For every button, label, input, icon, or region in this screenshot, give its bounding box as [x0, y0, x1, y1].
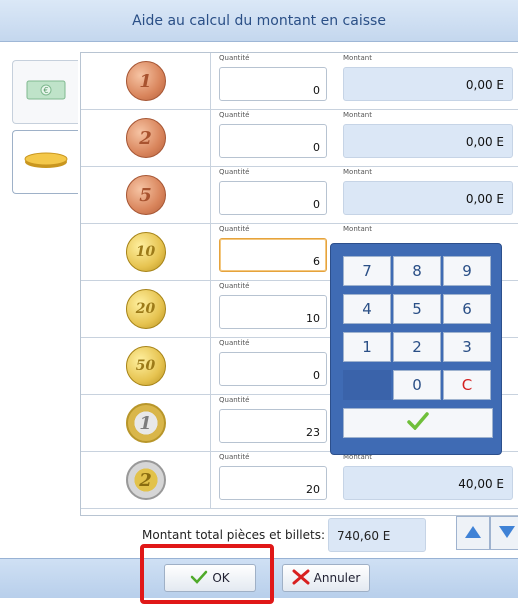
keypad-key-9[interactable]: 9 [443, 256, 491, 286]
keypad-key-6[interactable]: 6 [443, 294, 491, 324]
scroll-down-button[interactable] [490, 516, 518, 550]
coin-2-euro-icon: 2 [125, 460, 166, 500]
cancel-button[interactable]: Annuler [282, 564, 370, 592]
amount-label: Montant [343, 111, 372, 119]
keypad-key-5[interactable]: 5 [393, 294, 441, 324]
quantity-input[interactable]: 6 [219, 238, 327, 272]
ok-button-label: OK [212, 571, 230, 585]
coin-50-cent-icon: 50 [125, 346, 166, 386]
scroll-up-button[interactable] [456, 516, 490, 550]
amount-value: 0,00 E [343, 181, 513, 215]
total-label: Montant total pièces et billets: [142, 528, 326, 542]
cancel-button-label: Annuler [313, 571, 361, 585]
amount-label: Montant [343, 168, 372, 176]
quantity-input[interactable]: 10 [219, 295, 327, 329]
checkmark-icon [190, 570, 208, 587]
tab-banknotes[interactable]: € [12, 60, 78, 124]
quantity-label: Quantité [219, 339, 250, 347]
keypad-validate-button[interactable] [343, 408, 493, 438]
numeric-keypad: 7 8 9 4 5 6 1 2 3 0 C [330, 243, 502, 455]
keypad-key-8[interactable]: 8 [393, 256, 441, 286]
table-row: 1 Quantité 0 Montant 0,00 E [81, 53, 518, 110]
quantity-label: Quantité [219, 111, 250, 119]
triangle-up-icon [464, 524, 482, 543]
table-row: 2 Quantité 0 Montant 0,00 E [81, 110, 518, 167]
coin-10-cent-icon: 10 [125, 232, 166, 272]
keypad-key-2[interactable]: 2 [393, 332, 441, 362]
amount-label: Montant [343, 54, 372, 62]
quantity-label: Quantité [219, 282, 250, 290]
bottom-toolbar [0, 558, 518, 598]
quantity-input[interactable]: 20 [219, 466, 327, 500]
quantity-label: Quantité [219, 396, 250, 404]
triangle-down-icon [498, 524, 516, 543]
svg-text:€: € [43, 86, 48, 95]
coin-stack-icon [23, 149, 69, 175]
keypad-key-7[interactable]: 7 [343, 256, 391, 286]
coin-1-cent-icon: 1 [125, 61, 166, 101]
coin-2-cent-icon: 2 [125, 118, 166, 158]
keypad-key-decimal[interactable] [343, 370, 391, 400]
banknote-icon: € [26, 78, 66, 106]
ok-button[interactable]: OK [164, 564, 256, 592]
amount-value: 0,00 E [343, 67, 513, 101]
table-row: 2 Quantité 20 Montant 40,00 E [81, 452, 518, 509]
amount-value: 0,00 E [343, 124, 513, 158]
quantity-input[interactable]: 0 [219, 181, 327, 215]
amount-value: 40,00 E [343, 466, 513, 500]
table-row: 5 Quantité 0 Montant 0,00 E [81, 167, 518, 224]
coin-1-euro-icon: 1 [125, 403, 166, 443]
quantity-input[interactable]: 0 [219, 67, 327, 101]
coin-20-cent-icon: 20 [125, 289, 166, 329]
checkmark-icon [407, 412, 429, 434]
total-value: 740,60 E [328, 518, 426, 552]
window-title: Aide au calcul du montant en caisse [0, 0, 518, 42]
keypad-key-1[interactable]: 1 [343, 332, 391, 362]
keypad-key-clear[interactable]: C [443, 370, 491, 400]
tab-coins[interactable] [12, 130, 78, 194]
quantity-input[interactable]: 0 [219, 124, 327, 158]
close-icon [292, 569, 310, 588]
quantity-label: Quantité [219, 225, 250, 233]
coin-5-cent-icon: 5 [125, 175, 166, 215]
quantity-input[interactable]: 0 [219, 352, 327, 386]
quantity-input[interactable]: 23 [219, 409, 327, 443]
keypad-key-3[interactable]: 3 [443, 332, 491, 362]
quantity-label: Quantité [219, 54, 250, 62]
quantity-label: Quantité [219, 453, 250, 461]
keypad-key-0[interactable]: 0 [393, 370, 441, 400]
amount-label: Montant [343, 225, 372, 233]
keypad-key-4[interactable]: 4 [343, 294, 391, 324]
quantity-label: Quantité [219, 168, 250, 176]
